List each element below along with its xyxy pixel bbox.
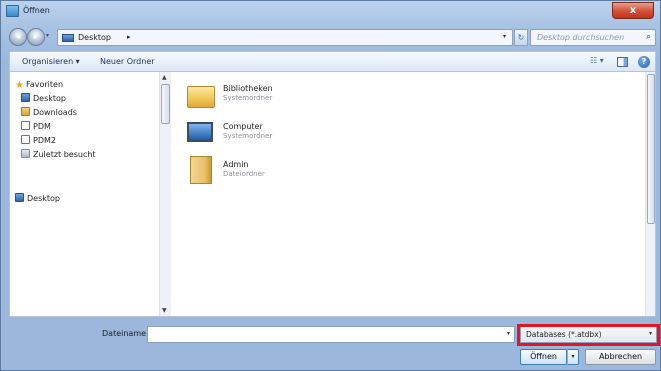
open-file-dialog: Öffnen x ◂ ▸ ▾ Desktop ▸ ▾ ↻ Desktop dur… (0, 0, 661, 371)
change-view-icon[interactable]: ☷ ▾ (590, 56, 604, 65)
forward-button[interactable]: ▸ (27, 28, 45, 46)
list-item-admin[interactable]: Admin Dateiordner (187, 154, 387, 190)
sidebar-item-desktop-root[interactable]: Desktop (15, 193, 60, 203)
open-button[interactable]: Öffnen (520, 349, 567, 365)
bottom-controls: Dateiname: ▾ Databases (*.atdbx) ▾ Öffne… (1, 319, 660, 371)
breadcrumb-desktop[interactable]: Desktop (78, 33, 111, 42)
close-button[interactable]: x (612, 2, 654, 19)
file-name: Computer (223, 122, 263, 131)
scroll-down-icon[interactable]: ▼ (162, 307, 167, 314)
help-icon[interactable]: ? (638, 56, 650, 68)
file-type: Systemordner (223, 94, 273, 102)
scroll-up-icon[interactable]: ▲ (162, 74, 167, 81)
filename-label: Dateiname: (102, 329, 149, 338)
file-name: Bibliotheken (223, 84, 273, 93)
new-folder-button[interactable]: Neuer Ordner (100, 57, 155, 66)
refresh-button[interactable]: ↻ (514, 29, 528, 46)
sidebar-item-pdm[interactable]: PDM (21, 121, 51, 131)
file-type: Dateiordner (223, 170, 265, 178)
scrollbar-thumb[interactable] (161, 84, 170, 124)
sidebar-item-favoriten[interactable]: ★ Favoriten (15, 80, 63, 91)
open-options-dropdown[interactable]: ▾ (567, 349, 579, 365)
preview-pane-icon[interactable] (617, 57, 628, 67)
window-title: Öffnen (23, 6, 50, 15)
desktop-icon (15, 193, 24, 202)
file-type: Systemordner (223, 132, 273, 140)
star-icon: ★ (15, 80, 24, 91)
scrollbar-thumb[interactable] (647, 74, 655, 224)
desktop-icon (21, 93, 30, 102)
organize-menu[interactable]: Organisieren ▾ (22, 57, 80, 66)
network-drive-icon (21, 121, 30, 130)
cancel-button[interactable]: Abbrechen (585, 349, 656, 365)
sidebar-item-pdm2[interactable]: PDM2 (21, 135, 56, 145)
list-item-computer[interactable]: Computer Systemordner (187, 116, 387, 152)
title-bar[interactable]: Öffnen x (1, 1, 660, 23)
content-area: ★ Favoriten Desktop Downloads PDM PDM2 Zu… (9, 71, 656, 317)
filetype-highlight-box (517, 324, 660, 346)
sidebar-item-downloads[interactable]: Downloads (21, 107, 77, 117)
recent-locations-dropdown-icon[interactable]: ▾ (46, 32, 49, 39)
network-drive-icon (21, 135, 30, 144)
search-input[interactable]: Desktop durchsuchen ⌕ (530, 29, 656, 46)
recent-places-icon (21, 149, 30, 158)
desktop-icon (62, 34, 74, 42)
chevron-down-icon[interactable]: ▾ (507, 330, 510, 337)
search-icon[interactable]: ⌕ (646, 32, 651, 42)
folder-icon (190, 156, 212, 184)
breadcrumb-chevron-icon[interactable]: ▸ (127, 33, 131, 41)
file-list-scrollbar[interactable] (645, 72, 655, 316)
computer-icon (187, 122, 213, 142)
sidebar-scrollbar[interactable]: ▲ ▼ (159, 72, 171, 316)
sidebar-item-zuletzt-besucht[interactable]: Zuletzt besucht (21, 149, 96, 159)
list-item-bibliotheken[interactable]: Bibliotheken Systemordner (187, 78, 387, 114)
address-bar[interactable]: Desktop ▸ ▾ (57, 29, 513, 46)
libraries-icon (187, 86, 215, 108)
filename-field[interactable]: ▾ (147, 326, 515, 343)
command-bar: Organisieren ▾ Neuer Ordner ☷ ▾ ? (9, 51, 656, 71)
dialog-icon (6, 5, 19, 17)
file-list: Bibliotheken Systemordner Computer Syste… (173, 72, 655, 316)
file-name: Admin (223, 160, 249, 169)
search-placeholder: Desktop durchsuchen (537, 33, 625, 42)
navigation-pane: ★ Favoriten Desktop Downloads PDM PDM2 Zu… (10, 72, 172, 316)
downloads-folder-icon (21, 107, 30, 116)
navigation-row: ◂ ▸ ▾ Desktop ▸ ▾ ↻ Desktop durchsuchen … (1, 25, 660, 49)
address-dropdown-icon[interactable]: ▾ (503, 33, 506, 40)
sidebar-item-desktop[interactable]: Desktop (21, 93, 66, 103)
back-button[interactable]: ◂ (9, 28, 27, 46)
